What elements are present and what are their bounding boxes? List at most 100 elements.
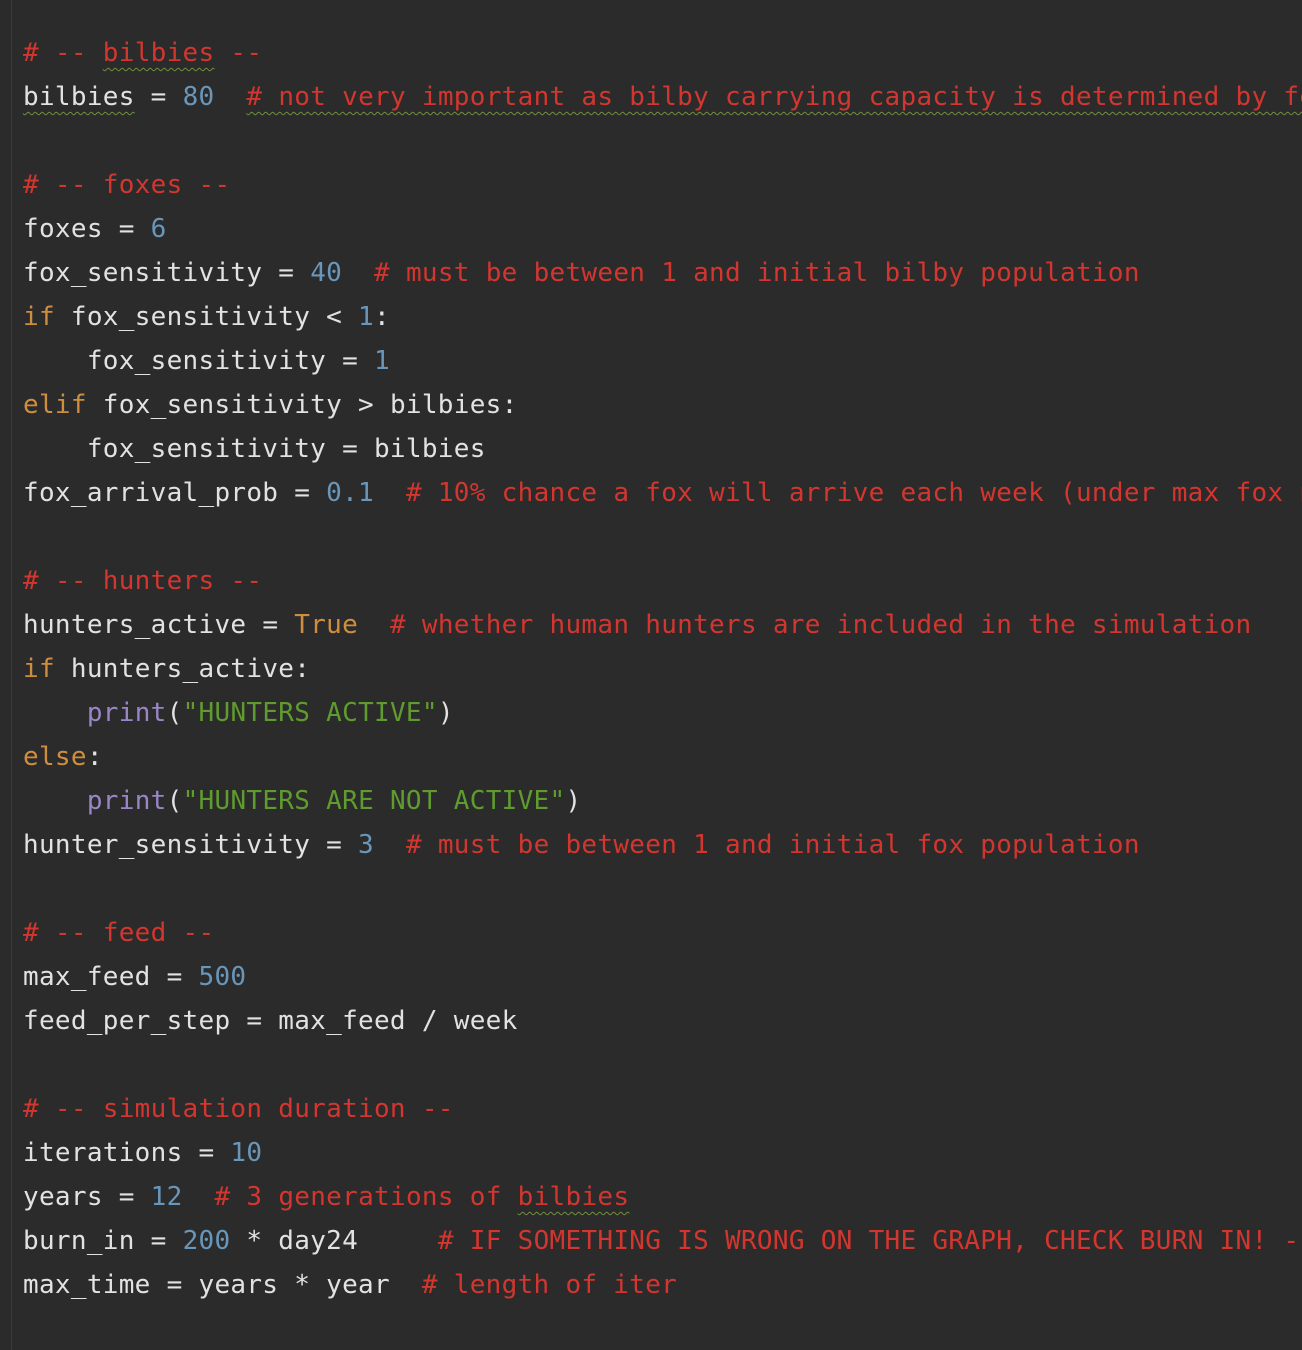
code-token: hunters_active — [23, 610, 247, 640]
code-token: 6 — [150, 214, 167, 244]
code-line[interactable]: print("HUNTERS ACTIVE") — [23, 691, 1302, 735]
code-token: 200 — [182, 1226, 231, 1256]
code-token: 10 — [230, 1138, 263, 1168]
code-token: print — [86, 786, 167, 816]
code-token: ) — [565, 786, 582, 816]
code-token: -- — [214, 38, 263, 68]
code-token: # -- foxes -- — [23, 170, 231, 200]
code-token: 40 — [310, 258, 343, 288]
code-token: bilbies — [102, 38, 215, 68]
code-token: 500 — [198, 962, 247, 992]
code-token: 0.1 — [326, 478, 375, 508]
code-line[interactable]: burn_in = 200 * day24 # IF SOMETHING IS … — [23, 1219, 1302, 1263]
code-line[interactable]: fox_arrival_prob = 0.1 # 10% chance a fo… — [23, 471, 1302, 515]
code-line[interactable]: # -- bilbies -- — [23, 31, 1302, 75]
code-line[interactable]: # -- simulation duration -- — [23, 1087, 1302, 1131]
code-line[interactable]: fox_sensitivity = 1 — [23, 339, 1302, 383]
code-line[interactable]: hunters_active = True # whether human hu… — [23, 603, 1302, 647]
code-token: max_time = years * year — [23, 1270, 390, 1300]
code-line[interactable] — [23, 1043, 1302, 1087]
code-token: # -- simulation duration -- — [23, 1094, 454, 1124]
code-line[interactable]: max_time = years * year # length of iter — [23, 1263, 1302, 1307]
code-token: feed_per_step = max_feed / week — [23, 1006, 518, 1036]
code-token: iterations — [23, 1138, 183, 1168]
code-token: # -- — [23, 38, 103, 68]
code-token: fox_sensitivity = — [23, 346, 374, 376]
code-token: # 10% chance a fox will arrive each week… — [405, 478, 1302, 508]
code-token: True — [294, 610, 359, 640]
code-token: years — [23, 1182, 103, 1212]
code-line[interactable] — [23, 119, 1302, 163]
code-token: else — [23, 742, 87, 772]
code-line[interactable] — [23, 867, 1302, 911]
code-token: : — [374, 302, 390, 332]
code-token: "HUNTERS ARE NOT ACTIVE" — [182, 786, 566, 816]
code-token: # must be between 1 and initial fox popu… — [405, 830, 1140, 860]
code-line[interactable]: feed_per_step = max_feed / week — [23, 999, 1302, 1043]
code-token: # IF SOMETHING IS WRONG ON THE GRAPH, CH… — [437, 1226, 1302, 1256]
code-token: = — [134, 1226, 183, 1256]
code-line[interactable]: foxes = 6 — [23, 207, 1302, 251]
code-line[interactable] — [23, 515, 1302, 559]
code-line[interactable]: max_feed = 500 — [23, 955, 1302, 999]
code-line[interactable]: fox_sensitivity = bilbies — [23, 427, 1302, 471]
code-line[interactable]: fox_sensitivity = 40 # must be between 1… — [23, 251, 1302, 295]
code-line[interactable]: iterations = 10 — [23, 1131, 1302, 1175]
code-token: = — [278, 478, 327, 508]
code-token: ( — [166, 698, 183, 728]
code-line[interactable]: # -- feed -- — [23, 911, 1302, 955]
code-token: 80 — [182, 82, 215, 112]
code-token: ) — [437, 698, 454, 728]
code-token: 1 — [358, 302, 375, 332]
code-line[interactable]: years = 12 # 3 generations of bilbies — [23, 1175, 1302, 1219]
code-line[interactable]: bilbies = 80 # not very important as bil… — [23, 75, 1302, 119]
code-line[interactable]: # -- hunters -- — [23, 559, 1302, 603]
code-token: 3 — [358, 830, 375, 860]
code-token: 1 — [373, 346, 390, 376]
code-token: hunters_active: — [54, 654, 311, 684]
code-token: # not very important as bilby carrying c… — [246, 82, 1302, 112]
code-editor[interactable]: # -- bilbies -- bilbies = 80 # not very i… — [0, 0, 1302, 1350]
code-token: : — [86, 742, 103, 772]
code-line[interactable]: print("HUNTERS ARE NOT ACTIVE") — [23, 779, 1302, 823]
code-line[interactable]: elif fox_sensitivity > bilbies: — [23, 383, 1302, 427]
code-line[interactable]: if hunters_active: — [23, 647, 1302, 691]
code-area[interactable]: # -- bilbies -- bilbies = 80 # not very i… — [23, 31, 1302, 1307]
code-line[interactable]: hunter_sensitivity = 3 # must be between… — [23, 823, 1302, 867]
code-token: # -- hunters -- — [23, 566, 263, 596]
code-token: = — [150, 962, 199, 992]
code-token: # -- feed -- — [23, 918, 215, 948]
code-token: = — [246, 610, 295, 640]
code-token: * day24 — [230, 1226, 438, 1256]
code-token: foxes — [23, 214, 103, 244]
code-token: # whether human hunters are included in … — [389, 610, 1252, 640]
code-token: = — [182, 1138, 231, 1168]
code-token: # must be between 1 and initial bilby po… — [374, 258, 1140, 288]
code-token: if — [23, 302, 55, 332]
code-token: = — [310, 830, 359, 860]
code-line[interactable]: else: — [23, 735, 1302, 779]
code-token: = — [134, 82, 183, 112]
code-line[interactable]: if fox_sensitivity < 1: — [23, 295, 1302, 339]
code-token: ( — [166, 786, 183, 816]
code-token: hunter_sensitivity — [23, 830, 311, 860]
code-token: print — [86, 698, 167, 728]
code-token: bilbies — [23, 82, 135, 112]
code-token: fox_sensitivity > bilbies: — [86, 390, 518, 420]
code-token: if — [23, 654, 55, 684]
code-token: burn_in — [23, 1226, 135, 1256]
code-token: # 3 generations of — [214, 1182, 518, 1212]
gutter-divider — [11, 0, 12, 1350]
code-line[interactable]: # -- foxes -- — [23, 163, 1302, 207]
code-token: = — [262, 258, 311, 288]
code-token: bilbies — [517, 1182, 630, 1212]
